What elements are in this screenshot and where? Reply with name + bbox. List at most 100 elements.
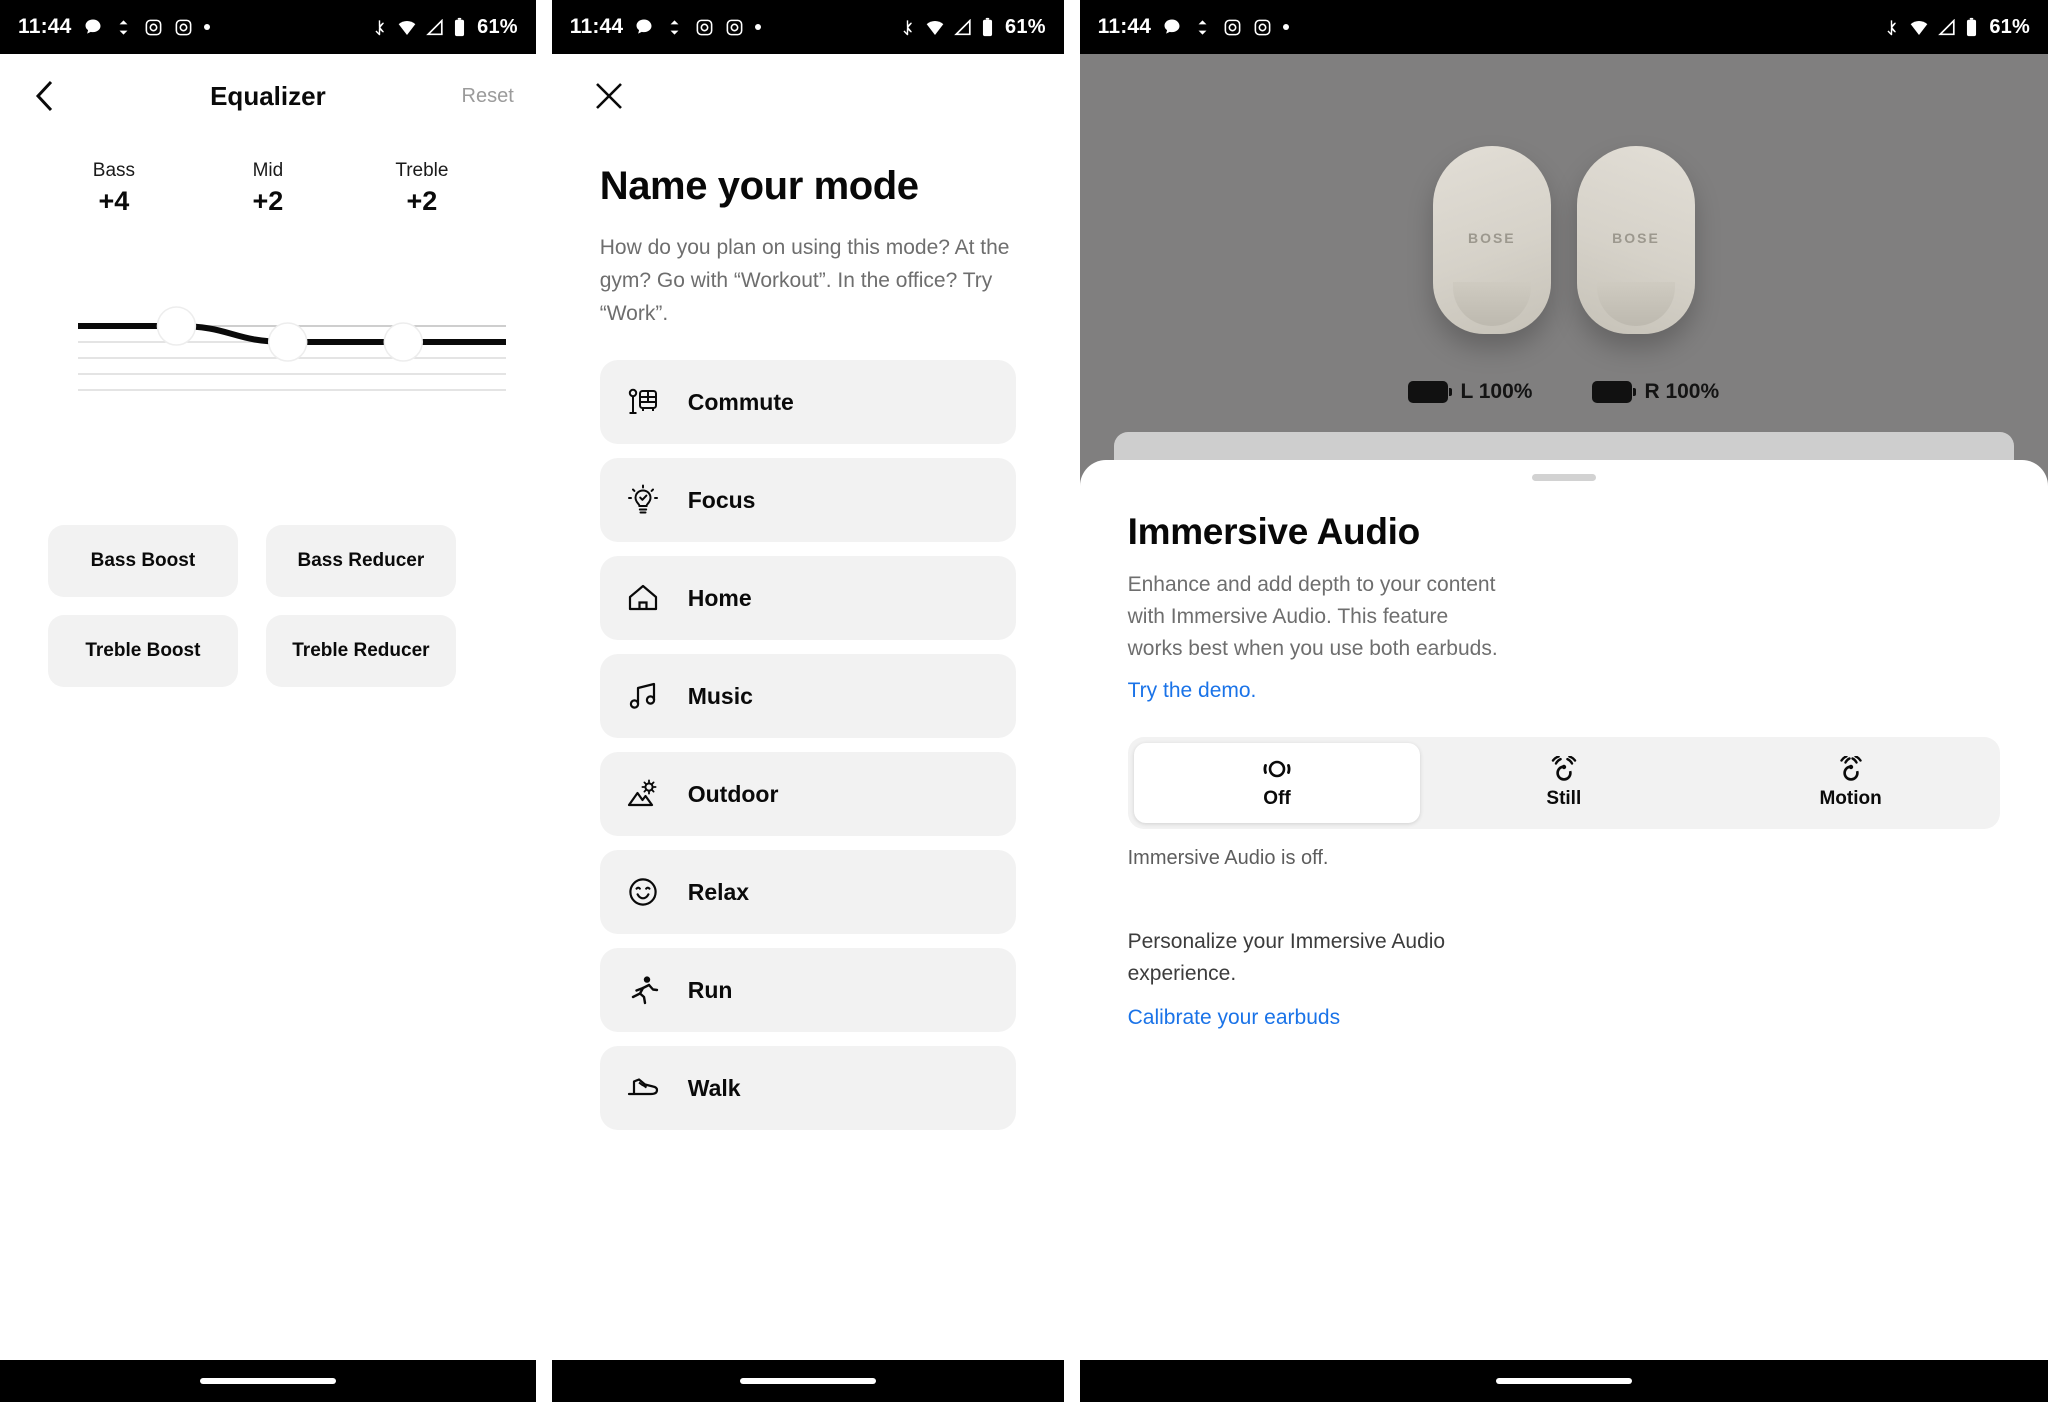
list-item-music[interactable]: Music bbox=[599, 654, 1016, 738]
signal-icon bbox=[426, 18, 444, 36]
segment-still[interactable]: Still bbox=[1420, 743, 1707, 823]
list-item-label: Commute bbox=[687, 388, 794, 415]
running-person-icon bbox=[626, 973, 660, 1007]
list-item-label: Outdoor bbox=[687, 780, 779, 807]
instagram-icon bbox=[144, 18, 163, 37]
panel-equalizer: 11:44 61% Equalizer Reset Bass +4 Mid +2… bbox=[0, 0, 536, 1402]
eq-handle-bass[interactable] bbox=[156, 306, 197, 346]
segment-motion[interactable]: Motion bbox=[1707, 743, 1994, 823]
home-indicator[interactable] bbox=[739, 1378, 876, 1384]
status-bar-clock: 11:44 bbox=[1097, 15, 1152, 38]
reset-button[interactable]: Reset bbox=[462, 85, 514, 108]
wifi-icon bbox=[397, 19, 417, 36]
band-value: +4 bbox=[98, 186, 130, 216]
instagram-icon bbox=[1253, 18, 1272, 37]
chat-bubble-icon bbox=[634, 17, 654, 37]
battery-percent: 61% bbox=[477, 15, 518, 38]
smiley-face-icon bbox=[626, 875, 660, 909]
band-treble: Treble +2 bbox=[384, 160, 460, 217]
list-item-commute[interactable]: Commute bbox=[599, 360, 1016, 444]
list-item-focus[interactable]: Focus bbox=[599, 458, 1016, 542]
earbud-battery-row: L 100% R 100% bbox=[1080, 380, 2048, 404]
mode-suggestion-list: Commute Focus Home Music Outdoor Relax R… bbox=[599, 360, 1016, 1130]
battery-percent: 61% bbox=[1989, 15, 2030, 38]
system-nav-bar bbox=[551, 1360, 1064, 1402]
immersive-mode-segmented-control: Off Still Motion bbox=[1127, 737, 2000, 829]
battery-icon bbox=[1592, 381, 1637, 403]
dot-icon bbox=[755, 24, 762, 30]
eq-handle-mid[interactable] bbox=[267, 322, 308, 362]
list-item-outdoor[interactable]: Outdoor bbox=[599, 752, 1016, 836]
list-item-relax[interactable]: Relax bbox=[599, 850, 1016, 934]
left-earbud: BOSE bbox=[1432, 146, 1551, 334]
equalizer-presets: Bass Boost Bass Reducer Treble Boost Tre… bbox=[47, 525, 488, 687]
try-demo-link[interactable]: Try the demo. bbox=[1128, 679, 1257, 703]
calibrate-earbuds-link[interactable]: Calibrate your earbuds bbox=[1128, 1006, 1340, 1030]
list-item-label: Home bbox=[687, 584, 752, 611]
personalize-text: Personalize your Immersive Audio experie… bbox=[1127, 930, 1446, 985]
preset-treble-reducer[interactable]: Treble Reducer bbox=[265, 615, 456, 687]
close-button[interactable] bbox=[586, 73, 632, 119]
battery-percent: 61% bbox=[1005, 15, 1046, 38]
dot-icon bbox=[1283, 24, 1290, 30]
segment-label: Motion bbox=[1819, 788, 1882, 809]
list-item-run[interactable]: Run bbox=[599, 948, 1016, 1032]
bud-brand-label: BOSE bbox=[1611, 230, 1660, 246]
system-nav-bar bbox=[0, 1360, 536, 1402]
page-title: Name your mode bbox=[599, 164, 919, 208]
list-item-home[interactable]: Home bbox=[599, 556, 1016, 640]
preset-treble-boost[interactable]: Treble Boost bbox=[47, 615, 238, 687]
instagram-icon bbox=[1223, 18, 1242, 37]
status-text: Immersive Audio is off. bbox=[1127, 847, 1329, 869]
preset-bass-reducer[interactable]: Bass Reducer bbox=[265, 525, 456, 597]
sheet-grabber-icon[interactable] bbox=[1531, 474, 1596, 481]
equalizer-curve-chart[interactable] bbox=[0, 253, 536, 453]
list-item-label: Run bbox=[687, 976, 733, 1003]
bud-brand-label: BOSE bbox=[1467, 230, 1516, 246]
page-title: Equalizer bbox=[210, 80, 326, 111]
band-bass: Bass +4 bbox=[76, 160, 152, 217]
home-indicator[interactable] bbox=[1495, 1378, 1632, 1384]
name-mode-header bbox=[552, 54, 1064, 138]
band-label: Mid bbox=[252, 160, 284, 181]
home-indicator[interactable] bbox=[199, 1378, 336, 1384]
back-button[interactable] bbox=[22, 74, 66, 118]
battery-icon bbox=[453, 17, 466, 37]
close-icon bbox=[595, 83, 622, 109]
status-bar: 11:44 61% bbox=[0, 0, 536, 54]
status-bar-clock: 11:44 bbox=[569, 15, 624, 38]
status-bar-left: 11:44 bbox=[570, 15, 762, 39]
signal-icon bbox=[954, 18, 972, 36]
status-bar-right: 61% bbox=[899, 16, 1046, 39]
panel-name-your-mode: 11:44 61% Name your mode How do you plan… bbox=[551, 0, 1064, 1402]
left-battery-label: L 100% bbox=[1460, 380, 1533, 403]
screenshot-root: 11:44 61% Equalizer Reset Bass +4 Mid +2… bbox=[0, 0, 2048, 1402]
eq-curve-svg[interactable] bbox=[0, 253, 536, 453]
chat-bubble-icon bbox=[1162, 17, 1182, 37]
band-label: Bass bbox=[92, 160, 136, 181]
page-description: Enhance and add depth to your content wi… bbox=[1127, 573, 1498, 660]
status-bar-right: 61% bbox=[1883, 16, 2030, 39]
preset-bass-boost[interactable]: Bass Boost bbox=[47, 525, 238, 597]
right-battery: R 100% bbox=[1592, 380, 1719, 404]
eq-handle-treble[interactable] bbox=[383, 322, 424, 362]
list-item-walk[interactable]: Walk bbox=[599, 1046, 1016, 1130]
panel-divider bbox=[1063, 0, 1072, 1402]
chat-bubble-icon bbox=[83, 17, 103, 37]
status-bar-right: 61% bbox=[371, 16, 518, 39]
lightbulb-check-icon bbox=[626, 483, 660, 517]
list-item-label: Focus bbox=[687, 486, 756, 513]
segment-off[interactable]: Off bbox=[1133, 743, 1421, 823]
left-battery: L 100% bbox=[1408, 380, 1532, 404]
segment-label: Still bbox=[1546, 788, 1582, 809]
name-mode-body: Name your mode How do you plan on using … bbox=[552, 138, 1064, 1130]
signal-icon bbox=[1938, 18, 1956, 36]
wifi-icon bbox=[1909, 19, 1929, 36]
band-mid: Mid +2 bbox=[230, 160, 306, 217]
list-item-label: Walk bbox=[687, 1074, 741, 1101]
immersive-off-icon bbox=[1260, 756, 1294, 782]
immersive-audio-sheet: Immersive Audio Enhance and add depth to… bbox=[1079, 460, 2048, 1360]
earbuds-image: BOSE BOSE bbox=[1080, 90, 2048, 390]
instagram-icon bbox=[725, 18, 744, 37]
band-value: +2 bbox=[406, 186, 438, 216]
